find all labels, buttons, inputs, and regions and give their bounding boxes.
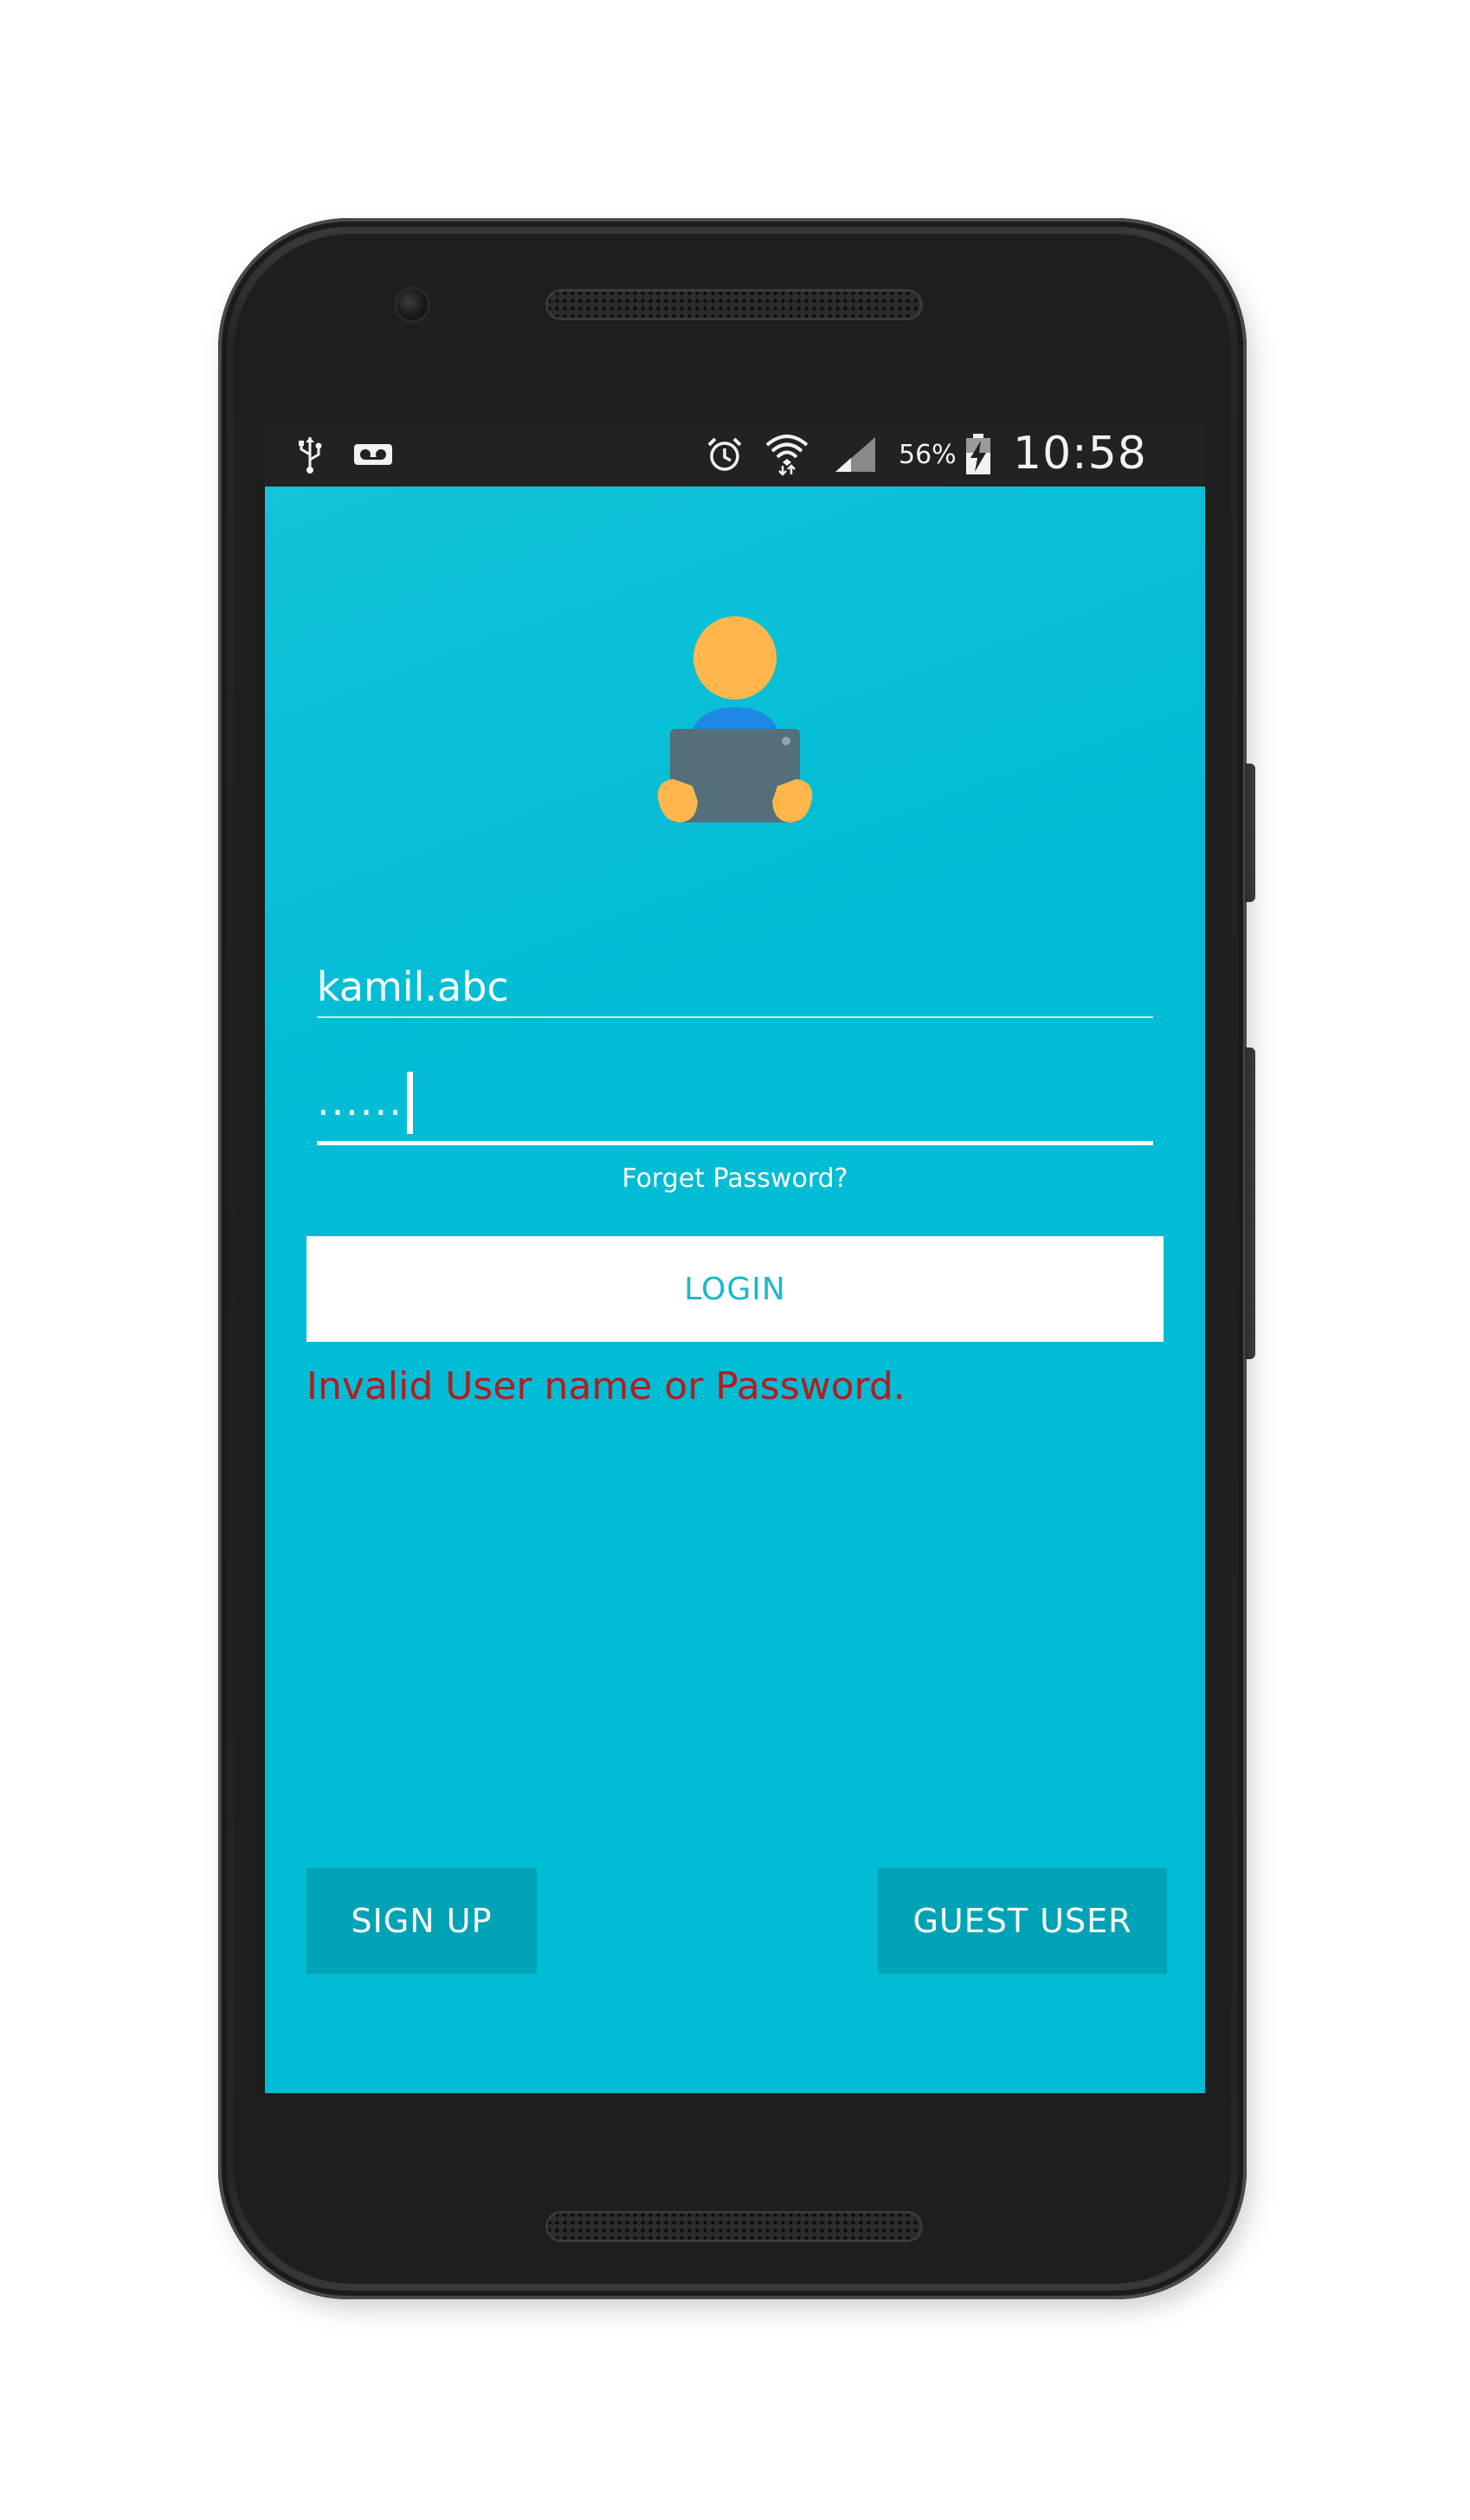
text-cursor — [407, 1072, 413, 1134]
username-value[interactable]: kamil.abc — [317, 963, 509, 1011]
sign-up-button[interactable]: SIGN UP — [306, 1868, 537, 1974]
status-bar: 56% 10:58 PM — [265, 422, 1205, 532]
battery-percent: 56% — [899, 440, 957, 470]
top-speaker — [545, 289, 923, 320]
bottom-speaker — [545, 2211, 923, 2242]
login-content: kamil.abc ....... Forget Password? LOGIN… — [265, 487, 1205, 2093]
front-camera — [397, 289, 428, 320]
volume-button[interactable] — [1245, 1047, 1255, 1359]
username-field[interactable]: kamil.abc — [317, 937, 1153, 1023]
voicemail-icon — [353, 435, 393, 474]
signal-icon — [831, 435, 880, 474]
power-button[interactable] — [1245, 764, 1255, 902]
battery-charging-icon — [964, 434, 992, 474]
forgot-password-link[interactable]: Forget Password? — [265, 1162, 1205, 1196]
username-underline — [317, 1016, 1153, 1018]
error-message: Invalid User name or Password. — [306, 1364, 906, 1408]
user-with-laptop-icon — [654, 616, 816, 824]
password-field[interactable]: ....... — [317, 1041, 1153, 1145]
login-button[interactable]: LOGIN — [306, 1236, 1164, 1342]
usb-icon — [296, 435, 324, 474]
password-underline — [317, 1141, 1153, 1145]
phone-screen: 56% 10:58 PM kamil.abc — [265, 422, 1205, 2093]
password-value[interactable]: ....... — [317, 1075, 417, 1127]
guest-user-button[interactable]: GUEST USER — [878, 1868, 1167, 1974]
wifi-icon — [764, 435, 810, 476]
alarm-icon — [705, 435, 745, 474]
